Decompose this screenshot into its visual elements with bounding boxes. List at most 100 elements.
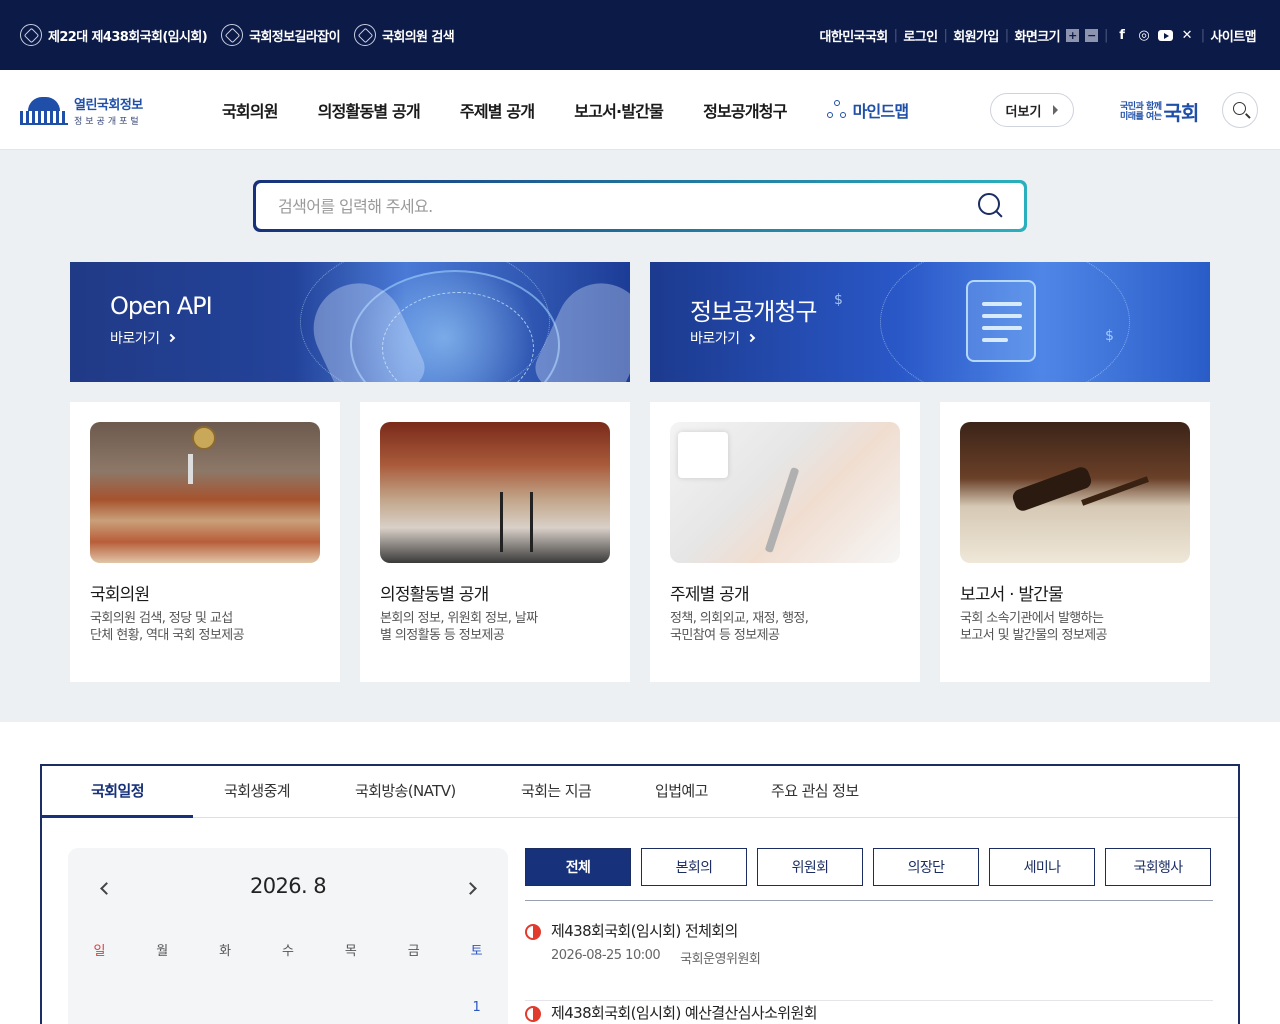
- card-description: 국회의원 검색, 정당 및 교섭 단체 현황, 역대 국회 정보제공: [90, 611, 245, 643]
- filter-plenary-button[interactable]: 본회의: [641, 848, 747, 886]
- filter-seminar-button[interactable]: 세미나: [989, 848, 1095, 886]
- tab-natv[interactable]: 국회방송(NATV): [355, 766, 456, 818]
- half-circle-icon: [525, 924, 541, 940]
- divider: |: [893, 27, 898, 43]
- search-icon[interactable]: [1222, 92, 1258, 128]
- menu-topics[interactable]: 주제별 공개: [460, 98, 535, 122]
- filter-speaker-button[interactable]: 의장단: [873, 848, 979, 886]
- member-search-link-label: 국회의원 검색: [381, 29, 455, 45]
- instagram-icon[interactable]: ◎: [1136, 28, 1152, 43]
- assembly-link[interactable]: 대한민국국회: [819, 26, 888, 45]
- card-members[interactable]: 국회의원 국회의원 검색, 정당 및 교섭 단체 현황, 역대 국회 정보제공: [70, 402, 340, 682]
- banner-link-label: 바로가기: [690, 331, 740, 347]
- font-decrease-button[interactable]: −: [1084, 28, 1098, 42]
- half-circle-icon: [525, 1006, 541, 1022]
- chevron-right-icon: [166, 333, 175, 343]
- national-logo-slogan-1: 국민과 함께: [1120, 101, 1162, 112]
- divider: |: [1200, 27, 1205, 43]
- filter-all-button[interactable]: 전체: [525, 848, 631, 886]
- card-title: 국회의원: [90, 585, 150, 605]
- card-title: 주제별 공개: [670, 585, 750, 605]
- card-title: 보고서 · 발간물: [960, 585, 1064, 605]
- search-icon[interactable]: [978, 193, 1004, 219]
- sitemap-link[interactable]: 사이트맵: [1211, 26, 1257, 45]
- facebook-icon[interactable]: f: [1114, 28, 1130, 43]
- menu-mindmap[interactable]: 마인드맵: [826, 98, 909, 122]
- national-assembly-logo[interactable]: 국민과 함께 미래를 여는 국회: [1120, 97, 1199, 126]
- main-content: Open API 바로가기 $ $ 정보공개청구 바로가기 국회의원 국회의원 …: [0, 150, 1280, 722]
- signup-link[interactable]: 회원가입: [953, 26, 999, 45]
- tab-key-info[interactable]: 주요 관심 정보: [771, 766, 859, 818]
- more-button-label: 더보기: [1005, 104, 1042, 120]
- calendar-day[interactable]: 1: [445, 1000, 508, 1015]
- session-link[interactable]: 제22대 제438회국회(임시회): [20, 24, 208, 46]
- weekday-sun: 일: [93, 944, 106, 959]
- tab-live[interactable]: 국회생중계: [224, 766, 291, 818]
- banner-link[interactable]: 바로가기: [110, 328, 175, 348]
- session-link-label: 제22대 제438회국회(임시회): [48, 29, 208, 45]
- font-size-label: 화면크기: [1014, 29, 1061, 45]
- schedule-filters: 전체 본회의 위원회 의장단 세미나 국회행사: [525, 848, 1211, 886]
- gavel-photo: [960, 422, 1190, 563]
- weekday-wed: 수: [282, 944, 294, 959]
- card-description: 본회의 정보, 위원회 정보, 날짜 별 의정활동 등 정보제공: [380, 611, 538, 643]
- site-logo[interactable]: 열린국회정보 정보공개포털: [20, 94, 143, 127]
- member-search-link[interactable]: 국회의원 검색: [353, 24, 455, 46]
- info-request-banner[interactable]: $ $ 정보공개청구 바로가기: [650, 262, 1210, 382]
- main-menu: 국회의원 의정활동별 공개 주제별 공개 보고서·발간물 정보공개청구 마인드맵: [222, 70, 938, 150]
- top-utility-bar: 제22대 제438회국회(임시회) 국회정보길라잡이 국회의원 검색 대한민국국…: [0, 0, 1280, 70]
- assembly-info-panel: 국회일정 국회생중계 국회방송(NATV) 국회는 지금 입법예고 주요 관심 …: [40, 764, 1240, 1024]
- dollar-icon: $: [834, 292, 843, 308]
- calendar: 2026. 8 일 월 화 수 목 금 토 1: [68, 848, 508, 1024]
- info-guide-link[interactable]: 국회정보길라잡이: [221, 24, 341, 46]
- card-activities[interactable]: 의정활동별 공개 본회의 정보, 위원회 정보, 날짜 별 의정활동 등 정보제공: [360, 402, 630, 682]
- schedule-item-title[interactable]: 제438회국회(임시회) 전체회의: [551, 920, 738, 941]
- assembly-emblem-icon: [353, 24, 376, 46]
- card-title: 의정활동별 공개: [380, 585, 489, 605]
- chevron-right-icon: [746, 333, 755, 343]
- top-links: 제22대 제438회국회(임시회) 국회정보길라잡이 국회의원 검색: [20, 0, 455, 70]
- card-reports[interactable]: 보고서 · 발간물 국회 소속기관에서 발행하는 보고서 및 발간물의 정보제공: [940, 402, 1210, 682]
- calendar-month: 2026. 8: [250, 874, 327, 898]
- weekday-sat: 토: [470, 944, 483, 959]
- login-link[interactable]: 로그인: [903, 26, 938, 45]
- font-increase-button[interactable]: +: [1065, 28, 1079, 42]
- schedule-item-title[interactable]: 제438회국회(임시회) 예산결산심사소위원회: [551, 1002, 818, 1023]
- banner-title: 정보공개청구: [690, 298, 817, 326]
- tab-legislation-notice[interactable]: 입법예고: [655, 766, 708, 818]
- main-search-input[interactable]: [256, 183, 956, 229]
- divider: |: [1004, 27, 1009, 43]
- calendar-week-row: 1: [68, 1000, 508, 1015]
- x-icon[interactable]: ✕: [1179, 28, 1195, 43]
- weekday-thu: 목: [344, 944, 357, 959]
- info-guide-link-label: 국회정보길라잡이: [249, 29, 340, 45]
- menu-activities[interactable]: 의정활동별 공개: [318, 98, 421, 122]
- banner-title: Open API: [110, 292, 213, 320]
- calendar-weekdays: 일 월 화 수 목 금 토: [68, 940, 508, 959]
- banner-link[interactable]: 바로가기: [690, 328, 755, 348]
- assembly-hall-photo: [90, 422, 320, 563]
- assembly-emblem-icon: [221, 24, 244, 46]
- main-navigation: 열린국회정보 정보공개포털 국회의원 의정활동별 공개 주제별 공개 보고서·발…: [0, 70, 1280, 150]
- tab-now[interactable]: 국회는 지금: [521, 766, 592, 818]
- mindmap-icon: [826, 100, 847, 120]
- document-icon: [966, 280, 1036, 362]
- card-description: 정책, 의회외교, 재정, 행정, 국민참여 등 정보제공: [670, 611, 809, 643]
- schedule-item-datetime: 2026-08-25 10:00: [551, 948, 661, 963]
- menu-info-request[interactable]: 정보공개청구: [703, 98, 787, 122]
- open-api-banner[interactable]: Open API 바로가기: [70, 262, 630, 382]
- filter-event-button[interactable]: 국회행사: [1105, 848, 1211, 886]
- menu-reports[interactable]: 보고서·발간물: [574, 98, 664, 122]
- main-search-bar: [253, 180, 1027, 232]
- menu-members[interactable]: 국회의원: [222, 98, 278, 122]
- filter-committee-button[interactable]: 위원회: [757, 848, 863, 886]
- tab-schedule[interactable]: 국회일정: [42, 766, 193, 818]
- divider: |: [943, 27, 948, 43]
- banner-link-label: 바로가기: [110, 331, 160, 347]
- logo-title: 열린국회정보: [74, 98, 143, 113]
- divider: [525, 1000, 1213, 1001]
- youtube-icon[interactable]: [1157, 29, 1173, 41]
- card-topics[interactable]: 주제별 공개 정책, 의회외교, 재정, 행정, 국민참여 등 정보제공: [650, 402, 920, 682]
- more-button[interactable]: 더보기: [990, 93, 1074, 127]
- divider: [525, 900, 1213, 901]
